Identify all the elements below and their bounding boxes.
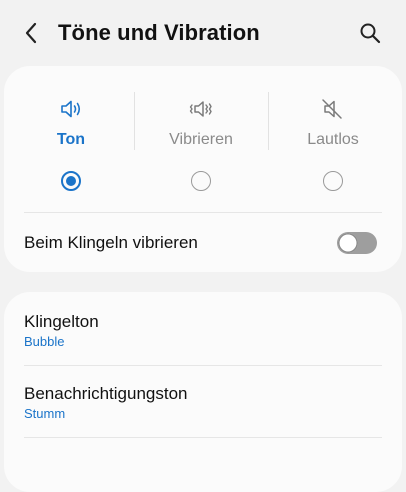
list-item-benachrichtigungston[interactable]: Benachrichtigungston Stumm	[4, 364, 402, 432]
vibrate-while-ringing-toggle[interactable]	[337, 232, 377, 254]
sound-mode-option-lautlos[interactable]: Lautlos	[268, 84, 398, 224]
list-item-value: Stumm	[24, 406, 66, 421]
sound-mode-label: Vibrieren	[169, 131, 233, 148]
sound-mode-option-ton[interactable]: Ton	[6, 84, 136, 224]
back-button[interactable]	[18, 20, 44, 46]
speaker-sound-icon	[61, 100, 81, 118]
search-button[interactable]	[356, 19, 384, 47]
toggle-knob	[338, 233, 358, 253]
settings-list-card: Klingelton Bubble Benachrichtigungston S…	[4, 292, 402, 492]
page-title: Töne und Vibration	[58, 20, 260, 45]
list-divider	[24, 437, 382, 438]
sound-mode-radio-ton[interactable]	[61, 171, 81, 191]
sound-mode-label: Ton	[56, 131, 86, 148]
chevron-left-icon	[25, 22, 37, 44]
sound-mode-label: Lautlos	[307, 131, 359, 148]
list-item-klingelton[interactable]: Klingelton Bubble	[4, 292, 402, 360]
vibrate-icon	[189, 101, 212, 117]
vibrate-while-ringing-row[interactable]: Beim Klingeln vibrieren	[4, 212, 402, 272]
list-item-title: Benachrichtigungston	[24, 384, 188, 403]
mode-divider	[134, 92, 135, 150]
vibrate-while-ringing-label: Beim Klingeln vibrieren	[24, 233, 198, 252]
sound-mode-radio-lautlos[interactable]	[323, 171, 343, 191]
sound-mode-card: Ton Vibrieren Lautlos Beim Klingeln vibr…	[4, 66, 402, 272]
list-item-value: Bubble	[24, 334, 65, 349]
list-item-title: Klingelton	[24, 312, 99, 331]
sound-mode-option-vibrieren[interactable]: Vibrieren	[136, 84, 266, 224]
search-icon	[360, 23, 381, 44]
sound-mode-radio-vibrieren[interactable]	[191, 171, 211, 191]
app-bar: Töne und Vibration	[0, 0, 406, 66]
speaker-mute-icon	[322, 99, 342, 119]
